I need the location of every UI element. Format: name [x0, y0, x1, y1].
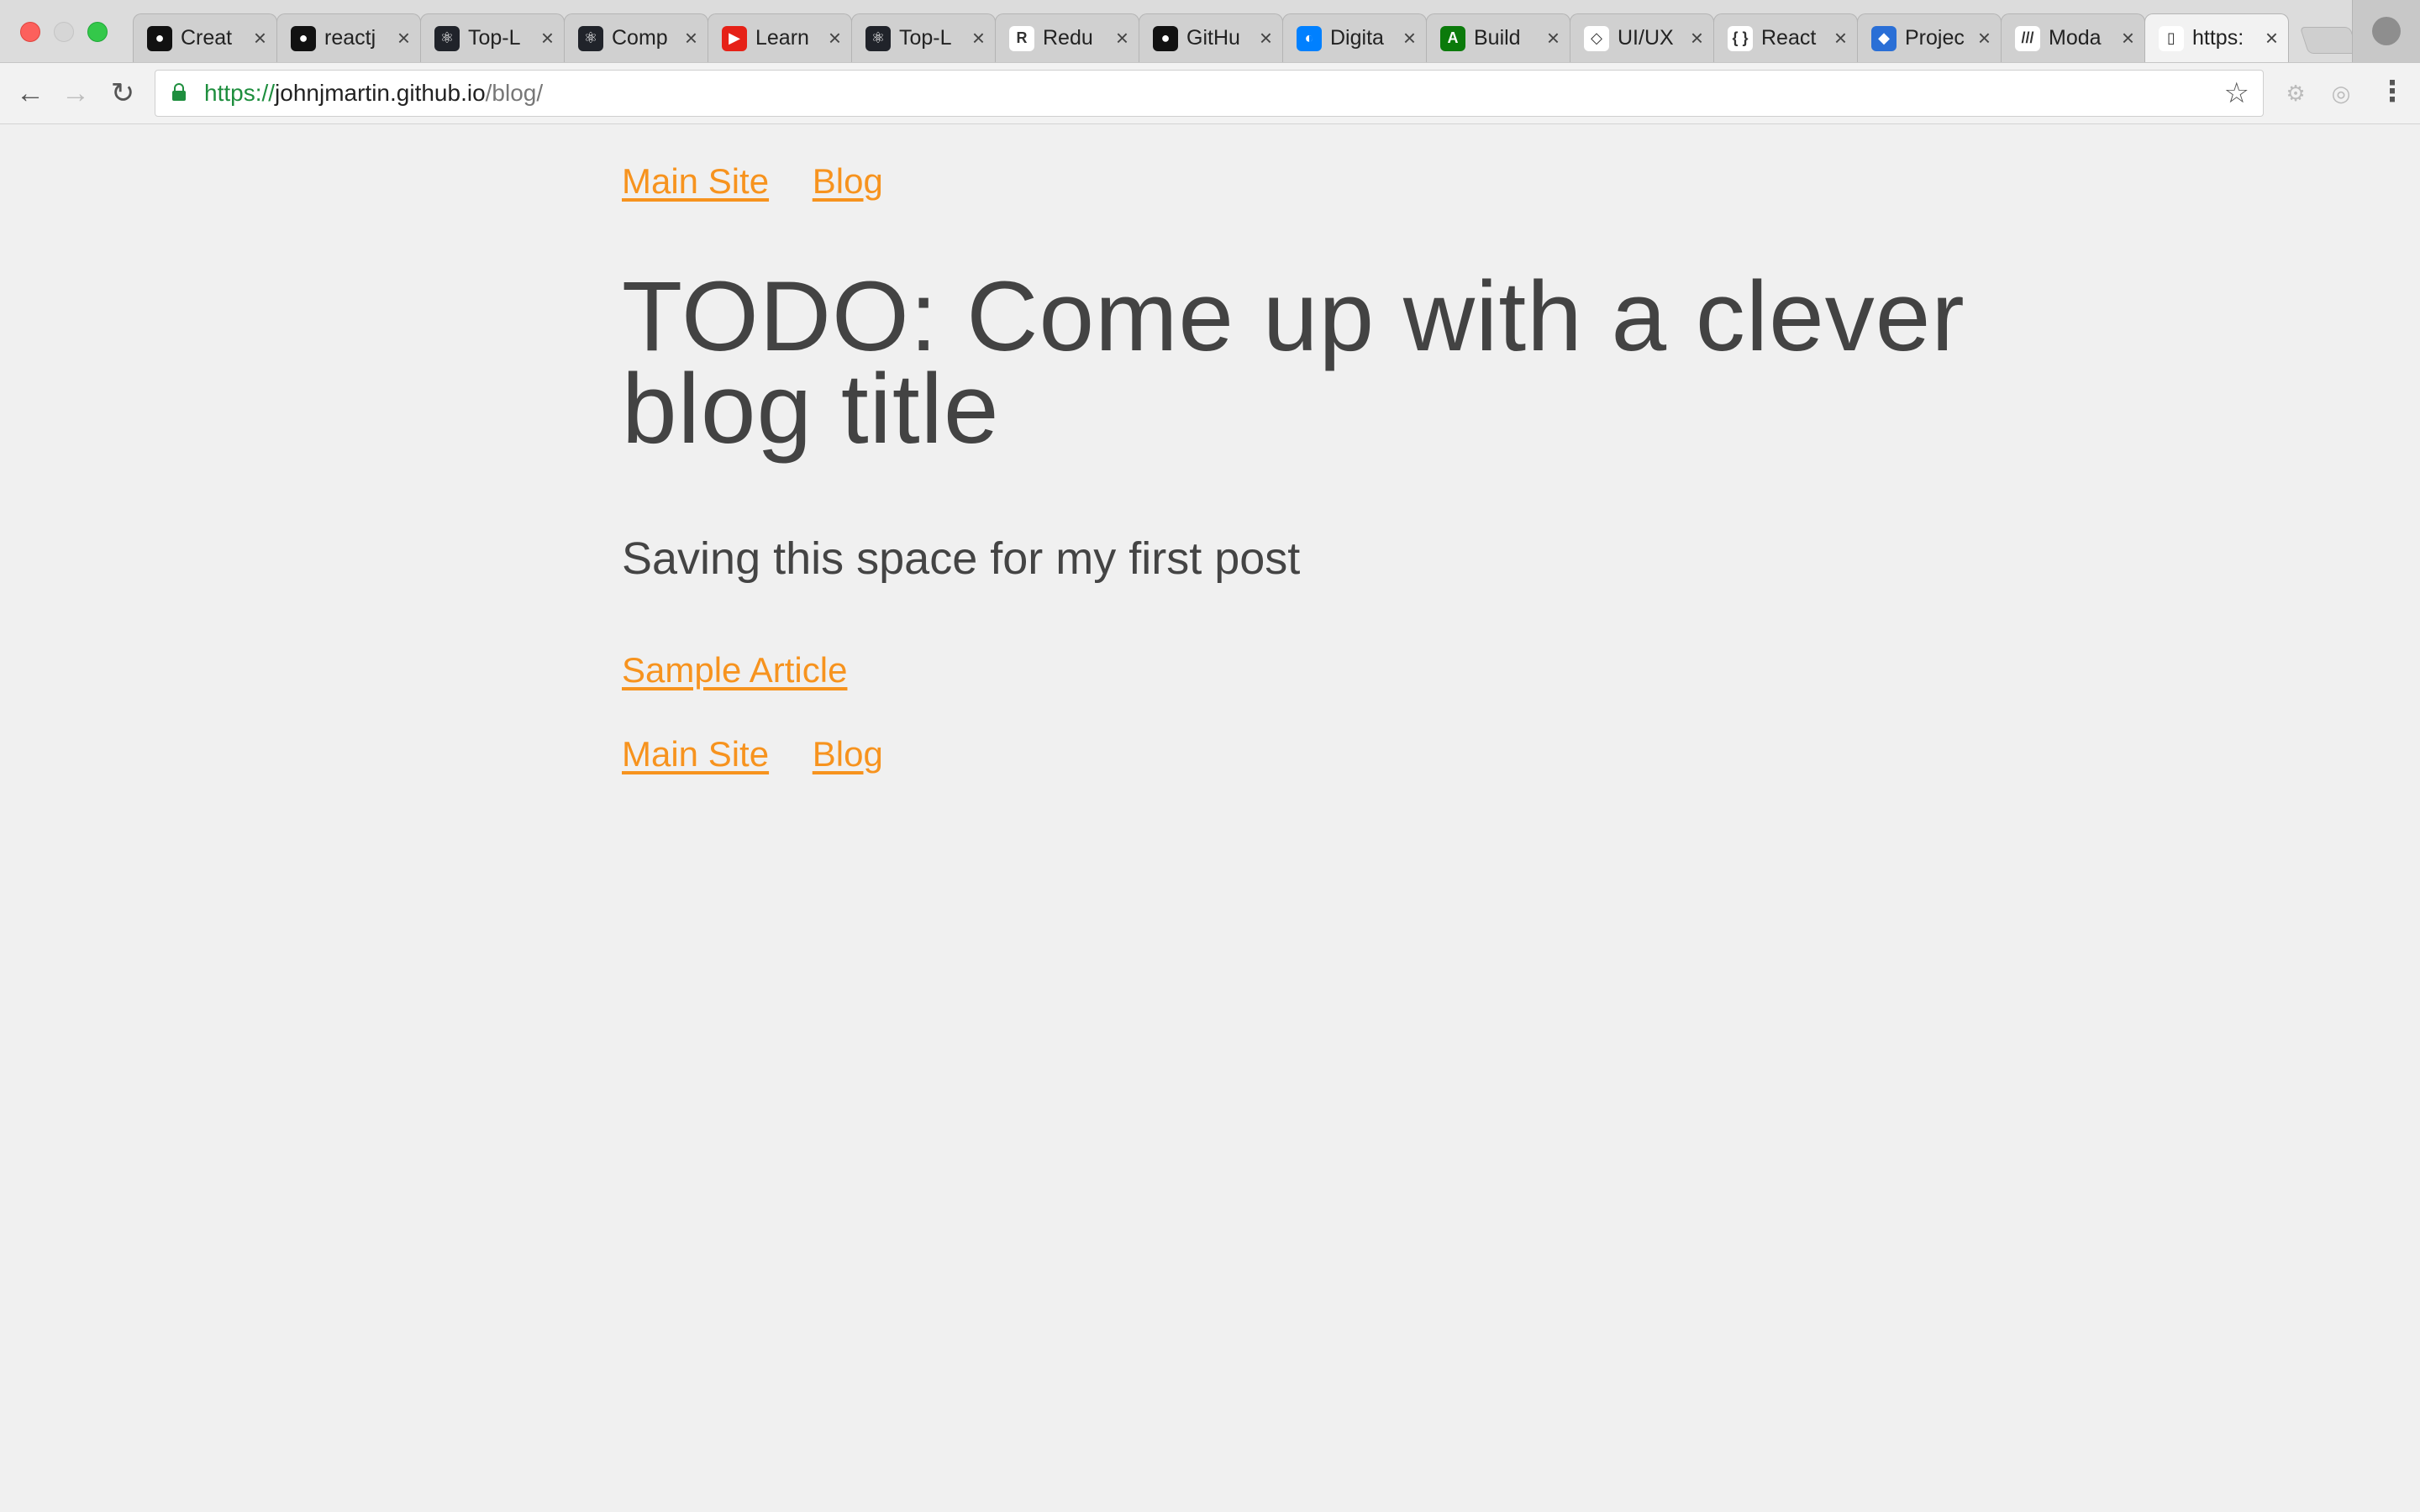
bookmark-star-icon[interactable]: ☆ [2224, 76, 2249, 110]
react-icon: ⚛ [865, 25, 891, 51]
article-list: Sample Article [622, 650, 1966, 690]
tab-title: React [1761, 26, 1817, 50]
close-tab-icon[interactable]: × [397, 25, 410, 51]
window-controls [20, 22, 108, 42]
reload-button[interactable]: ↻ [108, 77, 138, 109]
react-icon: ⚛ [578, 25, 603, 51]
back-button[interactable]: ← [15, 76, 45, 109]
article-link[interactable]: Sample Article [622, 650, 847, 690]
browser-tab[interactable]: A Build × [1426, 13, 1570, 62]
close-tab-icon[interactable]: × [1691, 25, 1703, 51]
browser-tab[interactable]: ⚛ Comp × [564, 13, 708, 62]
url-text: https://johnjmartin.github.io/blog/ [204, 80, 543, 107]
more-menu-icon[interactable]: ⋮ [2378, 75, 2407, 108]
new-tab-button[interactable] [2299, 27, 2360, 54]
browser-tab[interactable]: /// Moda × [2001, 13, 2145, 62]
codepen-icon: ◇ [1584, 25, 1609, 51]
browser-tab[interactable]: ◇ UI/UX × [1570, 13, 1714, 62]
close-tab-icon[interactable]: × [972, 25, 985, 51]
close-tab-icon[interactable]: × [254, 25, 266, 51]
blog-link[interactable]: Blog [813, 161, 883, 201]
tab-list: ● Creat × ● reactj × ⚛ Top-L × ⚛ Comp × ▶ Learn × ⚛ Top-… [133, 13, 2289, 62]
browser-toolbar: ← → ↻ https://johnjmartin.github.io/blog… [0, 63, 2420, 124]
stripes-icon: /// [2015, 25, 2040, 51]
top-nav: Main Site Blog [622, 161, 1966, 202]
browser-tab[interactable]: ◆ Projec × [1857, 13, 2002, 62]
close-tab-icon[interactable]: × [541, 25, 554, 51]
youtube-icon: ▶ [722, 25, 747, 51]
profile-button[interactable] [2352, 0, 2420, 62]
tab-title: Projec [1905, 26, 1965, 50]
forward-button[interactable]: → [60, 76, 91, 109]
lock-icon [172, 83, 186, 101]
close-tab-icon[interactable]: × [685, 25, 697, 51]
blog-link[interactable]: Blog [813, 734, 883, 774]
browser-tab[interactable]: ▶ Learn × [708, 13, 852, 62]
tab-title: Top-L [899, 26, 952, 50]
tab-title: UI/UX [1618, 26, 1674, 50]
address-bar[interactable]: https://johnjmartin.github.io/blog/ ☆ [155, 70, 2264, 117]
browser-tab[interactable]: ▯ https: × [2144, 13, 2289, 62]
browser-tab[interactable]: ● GitHu × [1139, 13, 1283, 62]
browser-tab[interactable]: R Redu × [995, 13, 1139, 62]
close-tab-icon[interactable]: × [2265, 25, 2278, 51]
close-tab-icon[interactable]: × [1547, 25, 1560, 51]
arrow-right-icon: → [61, 76, 90, 109]
extension-icon[interactable]: ◎ [2328, 80, 2354, 107]
digitalocean-icon: ◐ [1297, 25, 1322, 51]
arrow-left-icon: ← [16, 76, 45, 109]
bottom-nav: Main Site Blog [622, 734, 1966, 774]
tab-title: https: [2192, 26, 2244, 50]
main-site-link[interactable]: Main Site [622, 734, 769, 774]
intro-text: Saving this space for my first post [622, 533, 1301, 584]
android-icon: A [1440, 25, 1465, 51]
zoom-window-button[interactable] [87, 22, 108, 42]
tab-title: Comp [612, 26, 668, 50]
page-icon: ▯ [2159, 25, 2184, 51]
github-icon: ● [291, 25, 316, 51]
github-icon: ● [147, 25, 172, 51]
close-window-button[interactable] [20, 22, 40, 42]
close-tab-icon[interactable]: × [1260, 25, 1272, 51]
close-tab-icon[interactable]: × [1116, 25, 1128, 51]
close-tab-icon[interactable]: × [1834, 25, 1847, 51]
url-host: johnjmartin.github.io [275, 80, 486, 106]
page-title: TODO: Come up with a clever blog title [622, 261, 1965, 465]
browser-tab[interactable]: ● Creat × [133, 13, 277, 62]
tab-title: Creat [181, 26, 233, 50]
tab-title: Learn [755, 26, 809, 50]
tab-title: GitHu [1186, 26, 1240, 50]
close-tab-icon[interactable]: × [829, 25, 841, 51]
minimize-window-button[interactable] [54, 22, 74, 42]
url-scheme: https:// [204, 80, 276, 106]
close-tab-icon[interactable]: × [1403, 25, 1416, 51]
tab-title: Redu [1043, 26, 1093, 50]
github-icon: ● [1153, 25, 1178, 51]
tab-title: Moda [2049, 26, 2102, 50]
url-path: /blog/ [485, 80, 544, 106]
redux-icon: R [1009, 25, 1034, 51]
main-site-link[interactable]: Main Site [622, 161, 769, 201]
browser-tab[interactable]: ⚛ Top-L × [420, 13, 565, 62]
tab-title: Digita [1330, 26, 1384, 50]
react-icon: ⚛ [434, 25, 460, 51]
braces-icon: { } [1728, 25, 1753, 51]
leaf-icon: ◆ [1871, 25, 1897, 51]
tab-title: Top-L [468, 26, 521, 50]
tab-strip: ● Creat × ● reactj × ⚛ Top-L × ⚛ Comp × ▶ Learn × ⚛ Top-… [0, 0, 2420, 63]
tab-title: reactj [324, 26, 376, 50]
close-tab-icon[interactable]: × [1978, 25, 1991, 51]
browser-tab[interactable]: { } React × [1713, 13, 1858, 62]
browser-tab[interactable]: ◐ Digita × [1282, 13, 1427, 62]
extension-icon[interactable]: ⚙ [2282, 80, 2309, 107]
close-tab-icon[interactable]: × [2122, 25, 2134, 51]
tab-title: Build [1474, 26, 1521, 50]
person-icon [2372, 17, 2401, 45]
page-content: Main Site Blog TODO: Come up with a clev… [622, 124, 1966, 774]
reload-icon: ↻ [110, 77, 135, 109]
browser-tab[interactable]: ● reactj × [276, 13, 421, 62]
browser-tab[interactable]: ⚛ Top-L × [851, 13, 996, 62]
